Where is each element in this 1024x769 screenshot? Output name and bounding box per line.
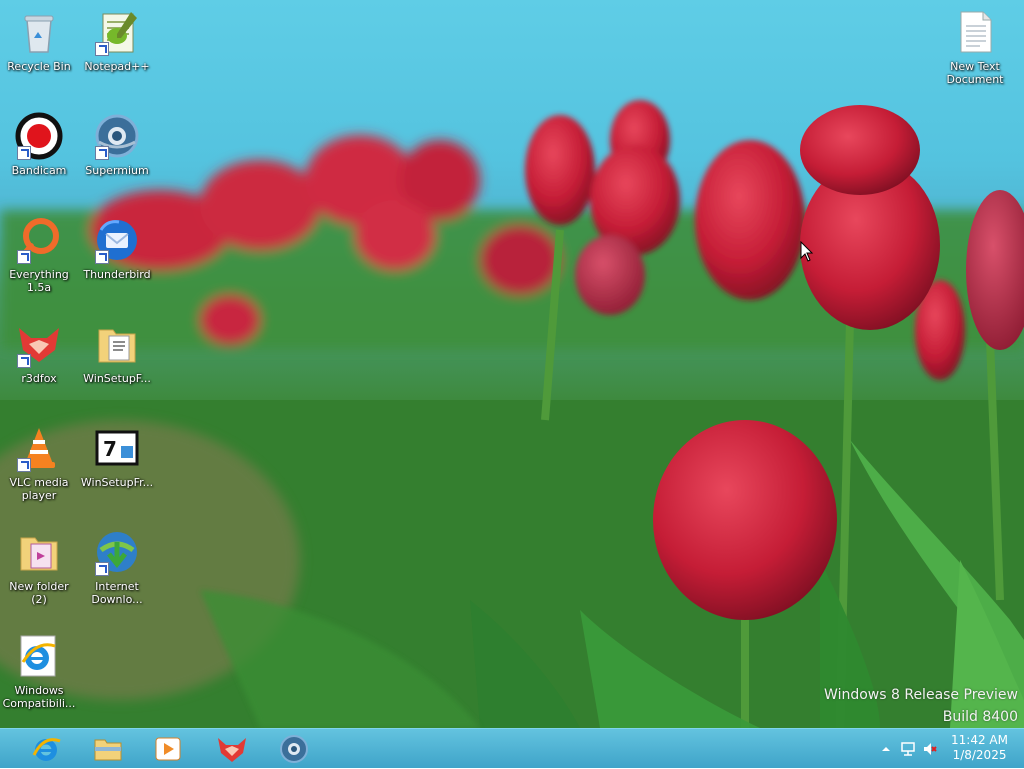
desktop-icon-label: Internet Downlo...	[91, 580, 143, 606]
desktop-icon-bandicam[interactable]: Bandicam	[0, 112, 78, 177]
shortcut-arrow-icon	[17, 354, 31, 368]
desktop-icon-label: Recycle Bin	[7, 60, 71, 73]
desktop-icon-label: Supermium	[85, 164, 149, 177]
internet-explorer-icon	[32, 738, 61, 761]
shortcut-arrow-icon	[95, 146, 109, 160]
folder-icon	[98, 329, 136, 363]
watermark-line-1: Windows 8 Release Preview	[824, 687, 1018, 703]
desktop-icon-new-text-document[interactable]: New Text Document	[936, 8, 1014, 86]
taskbar: 11:42 AM 1/8/2025	[0, 728, 1024, 768]
desktop-icon-r3dfox[interactable]: r3dfox	[0, 320, 78, 385]
system-tray: 11:42 AM 1/8/2025	[854, 729, 1024, 769]
os-build-watermark: Windows 8 Release Preview Build 8400	[824, 684, 1018, 728]
desktop-icon-recycle-bin[interactable]: Recycle Bin	[0, 8, 78, 73]
desktop-icon-label: New Text Document	[946, 60, 1004, 86]
desktop-icon-winsetupfolder[interactable]: WinSetupF...	[78, 320, 156, 385]
desktop-icon-label: WinSetupFr...	[80, 476, 154, 489]
volume-muted-icon[interactable]	[922, 741, 938, 757]
recycle-bin-icon	[24, 15, 54, 53]
taskbar-clock[interactable]: 11:42 AM 1/8/2025	[951, 733, 1008, 763]
desktop-icon-vlc[interactable]: VLC media player	[0, 424, 78, 502]
taskbar-internet-explorer[interactable]	[18, 731, 74, 767]
shortcut-arrow-icon	[17, 458, 31, 472]
ie-icon	[20, 635, 56, 677]
shortcut-arrow-icon	[95, 250, 109, 264]
svg-text:7: 7	[103, 437, 117, 461]
file-explorer-icon	[94, 739, 122, 761]
desktop-icon-internet-download-manager[interactable]: Internet Downlo...	[78, 528, 156, 606]
desktop-icon-label: VLC media player	[9, 476, 69, 502]
r3dfox-icon	[218, 738, 246, 762]
desktop-icon-label: Everything 1.5a	[9, 268, 69, 294]
taskbar-r3dfox[interactable]	[204, 731, 260, 767]
watermark-line-2: Build 8400	[942, 709, 1018, 725]
desktop-icon-label: Windows Compatibili...	[2, 684, 76, 710]
desktop-icon-everything[interactable]: Everything 1.5a	[0, 216, 78, 294]
shortcut-arrow-icon	[95, 562, 109, 576]
taskbar-media-player[interactable]	[140, 731, 196, 767]
shortcut-arrow-icon	[17, 250, 31, 264]
shortcut-arrow-icon	[95, 42, 109, 56]
network-icon[interactable]	[900, 741, 916, 757]
text-document-icon	[960, 11, 992, 53]
desktop-icon-label: WinSetupF...	[83, 372, 151, 385]
desktop[interactable]: Recycle Bin Notepad++ Bandicam Supermium…	[0, 0, 1024, 728]
show-hidden-icons-chevron-icon[interactable]	[878, 741, 894, 757]
folder-icon	[20, 537, 58, 571]
taskbar-supermium[interactable]	[266, 731, 322, 767]
desktop-icon-new-folder-2[interactable]: New folder (2)	[0, 528, 78, 606]
desktop-icon-label: Notepad++	[84, 60, 150, 73]
mouse-cursor-icon	[800, 241, 814, 262]
winsetup-icon: 7	[95, 430, 139, 466]
desktop-icon-supermium[interactable]: Supermium	[78, 112, 156, 177]
taskbar-file-explorer[interactable]	[80, 731, 136, 767]
supermium-icon	[280, 735, 308, 763]
desktop-icon-label: Thunderbird	[83, 268, 151, 281]
desktop-icon-thunderbird[interactable]: Thunderbird	[78, 216, 156, 281]
desktop-icon-label: r3dfox	[21, 372, 57, 385]
desktop-icon-notepadpp[interactable]: Notepad++	[78, 8, 156, 73]
desktop-icon-winsetupfromusb[interactable]: 7 WinSetupFr...	[78, 424, 156, 489]
desktop-icon-windows-compatibility[interactable]: Windows Compatibili...	[0, 632, 78, 710]
clock-date: 1/8/2025	[952, 748, 1007, 762]
desktop-icon-label: Bandicam	[11, 164, 67, 177]
shortcut-arrow-icon	[17, 146, 31, 160]
desktop-icon-label: New folder (2)	[9, 580, 69, 606]
clock-time: 11:42 AM	[951, 733, 1008, 747]
media-player-icon	[155, 737, 181, 761]
